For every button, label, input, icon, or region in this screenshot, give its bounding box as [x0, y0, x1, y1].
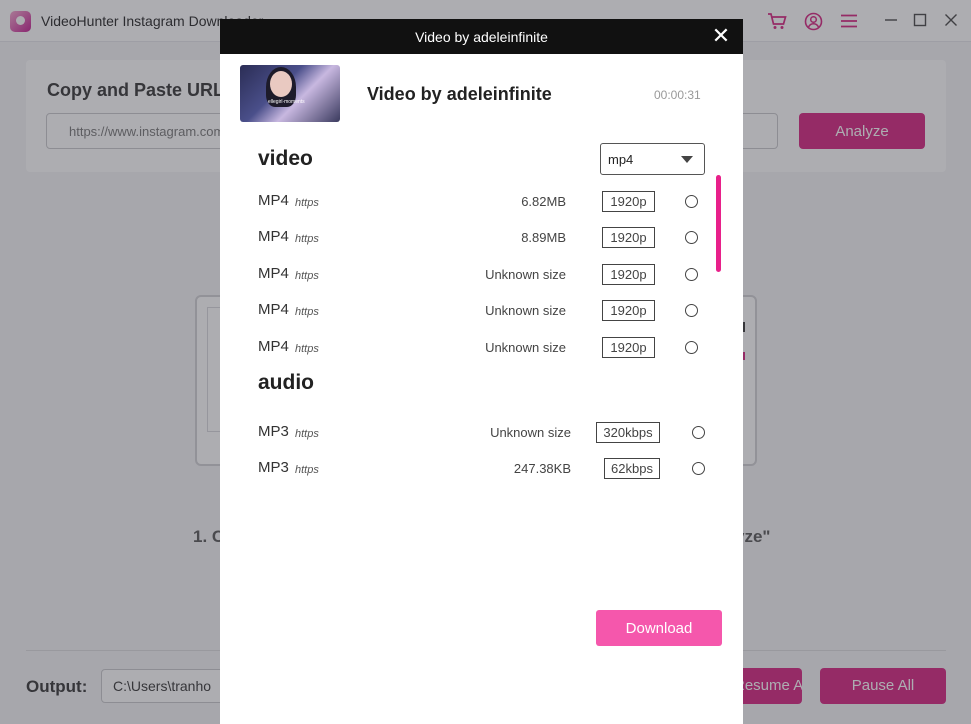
format-option-row[interactable]: MP4 https 6.82MB 1920p [220, 189, 743, 213]
quality-badge: 62kbps [604, 458, 660, 479]
option-radio[interactable] [685, 341, 698, 354]
option-radio[interactable] [685, 231, 698, 244]
audio-section-heading: audio [258, 371, 314, 394]
format-type: MP4 [258, 338, 289, 355]
format-type: MP4 [258, 192, 289, 209]
quality-badge: 1920p [602, 337, 655, 358]
quality-badge: 1920p [602, 227, 655, 248]
dialog-header: Video by adeleinfinite ✕ [220, 19, 743, 54]
file-size: Unknown size [490, 425, 571, 440]
format-protocol: https [295, 464, 319, 476]
file-size: 247.38KB [513, 461, 571, 476]
format-protocol: https [295, 306, 319, 318]
option-radio[interactable] [685, 195, 698, 208]
download-button[interactable]: Download [596, 610, 722, 646]
format-select-value: mp4 [608, 152, 634, 167]
format-select[interactable]: mp4 [600, 143, 705, 175]
video-duration: 00:00:31 [654, 88, 701, 102]
format-type: MP4 [258, 265, 289, 282]
option-radio[interactable] [685, 304, 698, 317]
dialog-title: Video by adeleinfinite [415, 29, 548, 45]
format-option-row[interactable]: MP4 https Unknown size 1920p [220, 298, 743, 322]
video-thumbnail: ellegirl·moments [240, 65, 340, 122]
download-options-dialog: Video by adeleinfinite ✕ ellegirl·moment… [220, 19, 743, 724]
video-title: Video by adeleinfinite [367, 84, 552, 104]
file-size: 8.89MB [521, 230, 566, 245]
format-option-row[interactable]: MP4 https Unknown size 1920p [220, 262, 743, 286]
format-type: MP3 [258, 459, 289, 476]
option-radio[interactable] [692, 462, 705, 475]
format-option-row[interactable]: MP4 https Unknown size 1920p [220, 335, 743, 359]
file-size: Unknown size [485, 340, 566, 355]
file-size: Unknown size [485, 267, 566, 282]
format-option-row[interactable]: MP4 https 8.89MB 1920p [220, 225, 743, 249]
format-type: MP4 [258, 228, 289, 245]
file-size: 6.82MB [521, 194, 566, 209]
format-type: MP4 [258, 301, 289, 318]
thumbnail-caption: ellegirl·moments [268, 99, 305, 105]
format-protocol: https [295, 428, 319, 440]
video-section-heading: video [258, 147, 313, 170]
format-option-row[interactable]: MP3 https Unknown size 320kbps [220, 420, 743, 444]
thumbnail-figure [270, 71, 292, 97]
format-type: MP3 [258, 423, 289, 440]
chevron-down-icon [681, 156, 693, 163]
format-protocol: https [295, 197, 319, 209]
close-icon[interactable]: ✕ [711, 25, 731, 47]
option-radio[interactable] [685, 268, 698, 281]
format-protocol: https [295, 233, 319, 245]
file-size: Unknown size [485, 303, 566, 318]
quality-badge: 1920p [602, 191, 655, 212]
format-protocol: https [295, 270, 319, 282]
quality-badge: 1920p [602, 300, 655, 321]
quality-badge: 320kbps [596, 422, 660, 443]
scrollbar-thumb[interactable] [716, 175, 721, 272]
format-option-row[interactable]: MP3 https 247.38KB 62kbps [220, 456, 743, 480]
format-protocol: https [295, 343, 319, 355]
option-radio[interactable] [692, 426, 705, 439]
quality-badge: 1920p [602, 264, 655, 285]
